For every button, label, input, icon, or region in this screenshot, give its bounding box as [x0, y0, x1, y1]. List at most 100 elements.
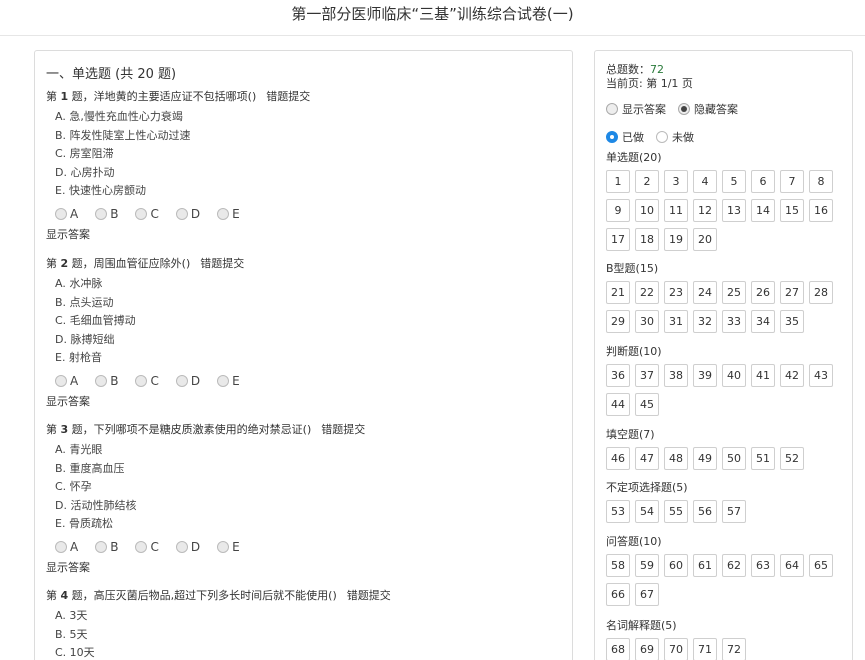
report-error-link[interactable]: 错题提交 [266, 90, 310, 103]
question-number-button[interactable]: 9 [606, 199, 630, 222]
question-number-button[interactable]: 5 [722, 170, 746, 193]
question-number-button[interactable]: 12 [693, 199, 717, 222]
question-number-button[interactable]: 53 [606, 500, 630, 523]
question-number-button[interactable]: 70 [664, 638, 688, 660]
question-number-button[interactable]: 32 [693, 310, 717, 333]
question-number-button[interactable]: 37 [635, 364, 659, 387]
not-done-radio[interactable]: 未做 [656, 129, 694, 145]
answer-radio-e[interactable]: E [217, 540, 240, 554]
answer-radio-b[interactable]: B [95, 207, 118, 221]
question-number-button[interactable]: 22 [635, 281, 659, 304]
question-number-button[interactable]: 47 [635, 447, 659, 470]
number-grid: 53 54 55 56 57 [606, 500, 846, 529]
question-number-button[interactable]: 68 [606, 638, 630, 660]
question-number-button[interactable]: 1 [606, 170, 630, 193]
answer-radio-a[interactable]: A [55, 540, 78, 554]
question-number-button[interactable]: 16 [809, 199, 833, 222]
show-answer-link[interactable]: 显示答案 [46, 227, 566, 243]
question-number-button[interactable]: 63 [751, 554, 775, 577]
question-number-button[interactable]: 54 [635, 500, 659, 523]
answer-radio-b[interactable]: B [95, 374, 118, 388]
question-number-button[interactable]: 26 [751, 281, 775, 304]
question-number-button[interactable]: 13 [722, 199, 746, 222]
answer-radio-e[interactable]: E [217, 207, 240, 221]
report-error-link[interactable]: 错题提交 [347, 589, 391, 602]
show-answers-radio[interactable]: 显示答案 [606, 101, 666, 117]
question-number-button[interactable]: 23 [664, 281, 688, 304]
question-number-button[interactable]: 46 [606, 447, 630, 470]
question-number-button[interactable]: 56 [693, 500, 717, 523]
question-number-button[interactable]: 44 [606, 393, 630, 416]
question-number-button[interactable]: 11 [664, 199, 688, 222]
answer-radio-d[interactable]: D [175, 540, 200, 554]
question-number-button[interactable]: 30 [635, 310, 659, 333]
question-number-button[interactable]: 39 [693, 364, 717, 387]
question-number-button[interactable]: 18 [635, 228, 659, 251]
question-number-button[interactable]: 6 [751, 170, 775, 193]
show-answer-link[interactable]: 显示答案 [46, 394, 566, 410]
question-number-button[interactable]: 42 [780, 364, 804, 387]
question-number-button[interactable]: 72 [722, 638, 746, 660]
question-number-button[interactable]: 25 [722, 281, 746, 304]
question-number-button[interactable]: 7 [780, 170, 804, 193]
question-number-button[interactable]: 28 [809, 281, 833, 304]
question-number-button[interactable]: 33 [722, 310, 746, 333]
report-error-link[interactable]: 错题提交 [200, 257, 244, 270]
done-radio[interactable]: 已做 [606, 129, 644, 145]
answer-radio-e[interactable]: E [217, 374, 240, 388]
question-number-button[interactable]: 61 [693, 554, 717, 577]
answer-radio-d[interactable]: D [175, 207, 200, 221]
question-number-button[interactable]: 49 [693, 447, 717, 470]
question-number-button[interactable]: 15 [780, 199, 804, 222]
question-number-button[interactable]: 36 [606, 364, 630, 387]
question-number-button[interactable]: 55 [664, 500, 688, 523]
question-number-button[interactable]: 20 [693, 228, 717, 251]
question-number-button[interactable]: 62 [722, 554, 746, 577]
question-number-button[interactable]: 29 [606, 310, 630, 333]
question-number-button[interactable]: 67 [635, 583, 659, 606]
question-number-button[interactable]: 58 [606, 554, 630, 577]
answer-radio-c[interactable]: C [135, 374, 159, 388]
question-number-button[interactable]: 4 [693, 170, 717, 193]
question-number-button[interactable]: 51 [751, 447, 775, 470]
question-number-button[interactable]: 41 [751, 364, 775, 387]
question-number-button[interactable]: 21 [606, 281, 630, 304]
question-number-button[interactable]: 38 [664, 364, 688, 387]
question-number-button[interactable]: 40 [722, 364, 746, 387]
question-number-button[interactable]: 50 [722, 447, 746, 470]
show-answer-link[interactable]: 显示答案 [46, 560, 566, 576]
question-number-button[interactable]: 52 [780, 447, 804, 470]
question-number-button[interactable]: 45 [635, 393, 659, 416]
answer-radio-a[interactable]: A [55, 374, 78, 388]
question-number-button[interactable]: 48 [664, 447, 688, 470]
answer-radio-c[interactable]: C [135, 540, 159, 554]
question-number-button[interactable]: 3 [664, 170, 688, 193]
radio-icon [606, 103, 618, 115]
question-number-button[interactable]: 71 [693, 638, 717, 660]
question-number-button[interactable]: 2 [635, 170, 659, 193]
question-number-button[interactable]: 35 [780, 310, 804, 333]
answer-radio-d[interactable]: D [175, 374, 200, 388]
answer-radio-b[interactable]: B [95, 540, 118, 554]
question-number-button[interactable]: 64 [780, 554, 804, 577]
question-number-button[interactable]: 34 [751, 310, 775, 333]
question-number-button[interactable]: 31 [664, 310, 688, 333]
question-number-button[interactable]: 10 [635, 199, 659, 222]
hide-answers-radio[interactable]: 隐藏答案 [678, 101, 738, 117]
question-number-button[interactable]: 19 [664, 228, 688, 251]
question-number-button[interactable]: 65 [809, 554, 833, 577]
question-number-button[interactable]: 17 [606, 228, 630, 251]
question-number-button[interactable]: 66 [606, 583, 630, 606]
report-error-link[interactable]: 错题提交 [321, 423, 365, 436]
question-number-button[interactable]: 27 [780, 281, 804, 304]
question-number-button[interactable]: 14 [751, 199, 775, 222]
question-number-button[interactable]: 60 [664, 554, 688, 577]
question-number-button[interactable]: 59 [635, 554, 659, 577]
question-number-button[interactable]: 57 [722, 500, 746, 523]
answer-radio-c[interactable]: C [135, 207, 159, 221]
question-number-button[interactable]: 43 [809, 364, 833, 387]
question-number-button[interactable]: 8 [809, 170, 833, 193]
question-number-button[interactable]: 69 [635, 638, 659, 660]
answer-radio-a[interactable]: A [55, 207, 78, 221]
question-number-button[interactable]: 24 [693, 281, 717, 304]
